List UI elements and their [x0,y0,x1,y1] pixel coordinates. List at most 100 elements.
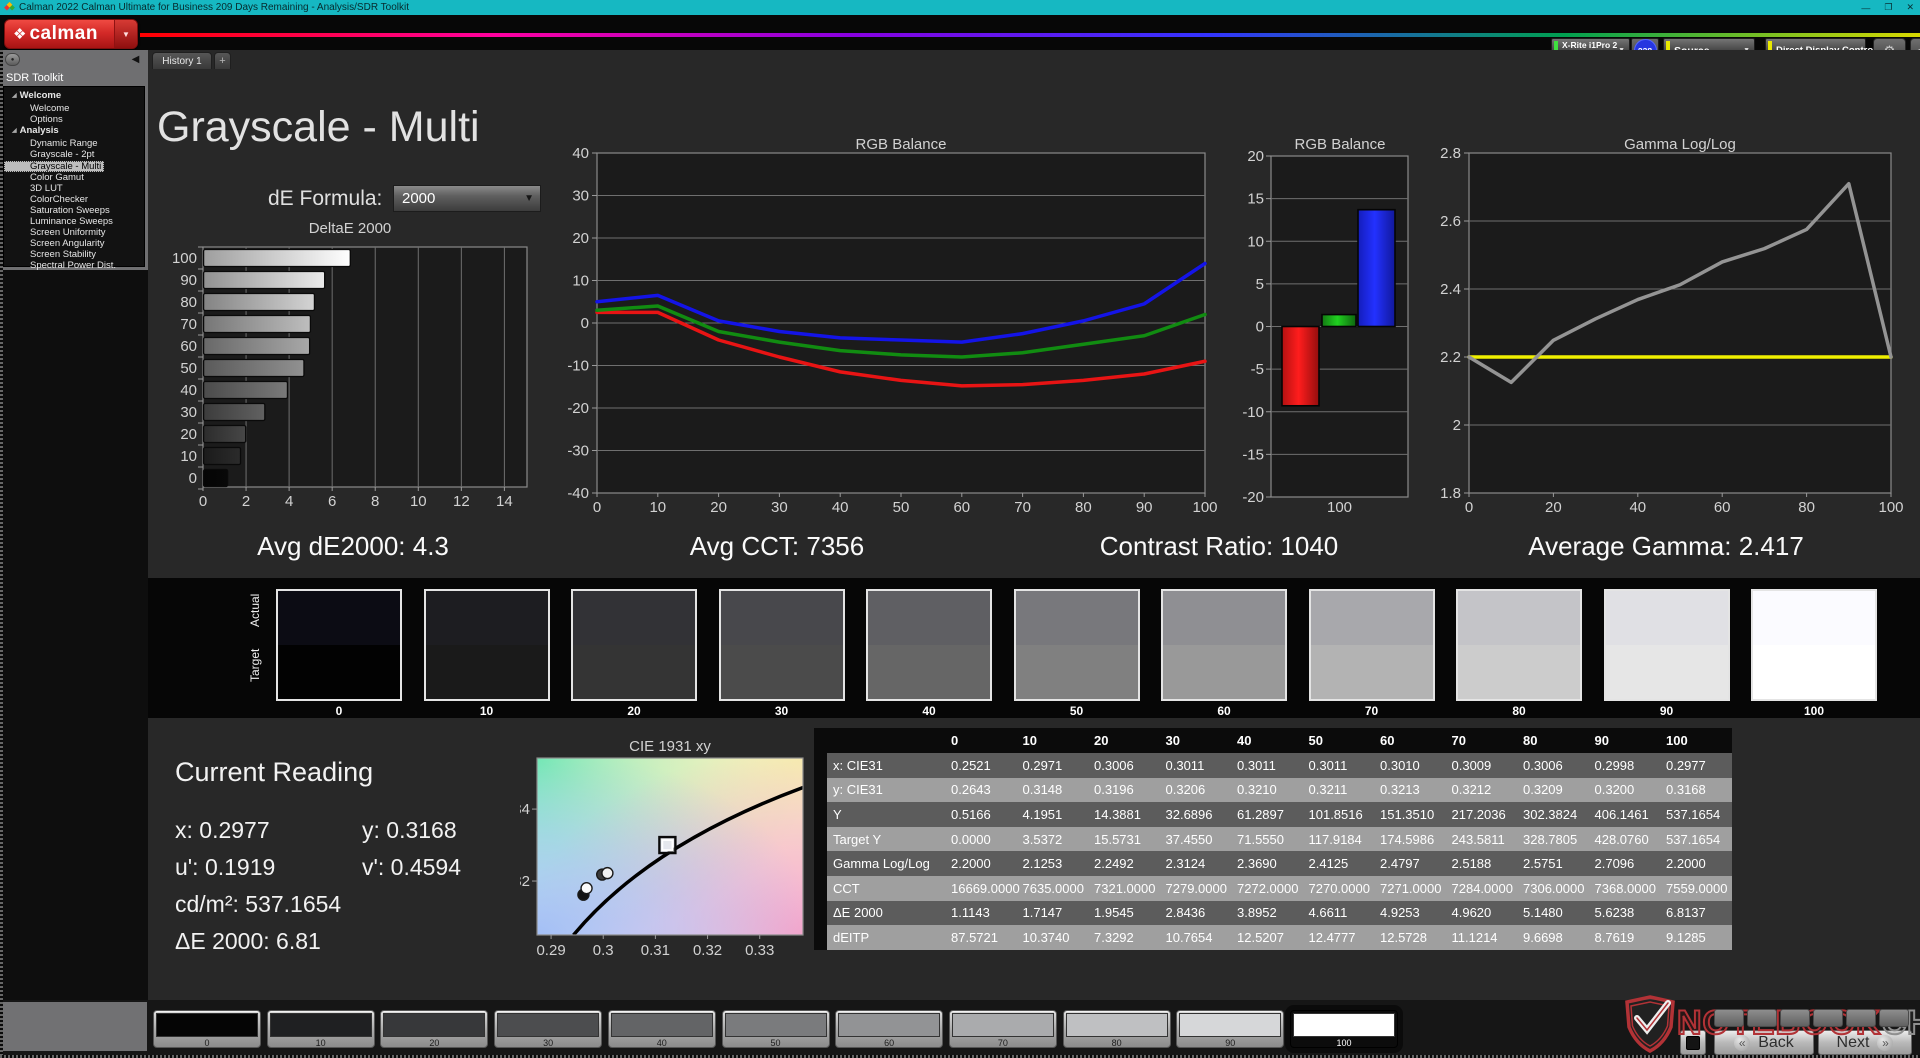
tab-history-label: History 1 [162,55,202,67]
dot-icon: ● [10,56,15,63]
table-cell: 2.3124 [1165,856,1206,872]
table-cell: 2.4797 [1380,856,1420,872]
tree-expand-icon[interactable]: ◢ [12,126,17,137]
svg-text:DeltaE 2000: DeltaE 2000 [309,220,392,237]
pattern-step-button-100[interactable]: 100 [1290,1010,1398,1048]
row-label: ΔE 2000 [833,905,883,921]
table-cell: 7368.0000 [1594,880,1656,896]
pattern-step-button-50[interactable]: 50 [721,1010,830,1048]
svg-text:20: 20 [180,426,197,443]
tree-item-dynamic-range[interactable]: Dynamic Range [4,138,144,149]
pattern-step-button-0[interactable]: 0 [153,1010,261,1048]
reading-row: ΔE 2000: 6.81 [175,928,321,955]
table-cell: 0.2643 [951,782,991,798]
mini-toolbar-button[interactable] [1879,1009,1909,1027]
pattern-step-button-40[interactable]: 40 [607,1010,716,1048]
tree-item-3d-lut[interactable]: 3D LUT [4,183,144,194]
mini-toolbar-button[interactable] [1714,1009,1744,1027]
mini-toolbar-button[interactable] [1813,1009,1843,1027]
de-formula-dropdown[interactable]: 2000 ▼ [393,185,541,212]
tree-item-spectral-power-dist-[interactable]: Spectral Power Dist. [4,260,144,271]
table-cell: 60 [1380,733,1395,748]
maximize-icon[interactable]: ❐ [1884,2,1892,13]
mini-toolbar-button[interactable] [1780,1009,1810,1027]
mini-toolbar-button[interactable] [1747,1009,1777,1027]
swatch-target [1753,645,1875,699]
calman-logo-button[interactable]: ❖ calman ▼ [4,19,138,49]
tree-item-colorchecker[interactable]: ColorChecker [4,194,144,205]
swatch-actual [868,591,990,645]
tree-item-screen-angularity[interactable]: Screen Angularity [4,238,144,249]
back-label: Back [1758,1033,1794,1051]
tree-item-welcome[interactable]: Welcome [4,103,144,114]
table-cell: 2.2492 [1094,856,1134,872]
tree-item-grayscale-2pt[interactable]: Grayscale - 2pt [4,149,144,160]
tree-item-saturation-sweeps[interactable]: Saturation Sweeps [4,205,144,216]
table-cell: 101.8516 [1308,806,1363,822]
meter-line1: X-Rite i1Pro 2 [1562,39,1618,50]
svg-text:0: 0 [1465,499,1473,516]
add-tab-button[interactable]: + [214,52,231,69]
table-cell: 1.1143 [951,905,990,921]
logo-dropdown-arrow-icon[interactable]: ▼ [114,20,137,48]
table-cell: 0.3209 [1523,782,1563,798]
tree-item-welcome[interactable]: ◢ Welcome [4,90,144,103]
svg-text:0.32: 0.32 [693,942,722,959]
next-button[interactable]: Next » [1818,1030,1912,1055]
pattern-step-button-60[interactable]: 60 [835,1010,944,1048]
svg-text:40: 40 [832,499,849,516]
row-gutter [814,875,827,901]
app-icon [4,2,15,11]
svg-text:60: 60 [953,499,970,516]
svg-text:80: 80 [1798,499,1815,516]
pattern-step-label: 10 [315,1038,326,1048]
table-cell: 7559.0000 [1666,880,1728,896]
stop-button[interactable] [1680,1030,1706,1055]
table-cell: 406.1461 [1594,806,1649,822]
window-title: Calman 2022 Calman Ultimate for Business… [19,2,409,13]
swatch-actual [425,591,548,645]
pattern-step-button-30[interactable]: 30 [494,1010,603,1048]
tab-history-1[interactable]: History 1 [152,52,212,69]
table-cell: 4.9620 [1451,905,1492,921]
table-cell: 9.1285 [1666,929,1706,945]
minimize-icon[interactable]: — [1861,3,1870,13]
tree-item-options[interactable]: Options [4,114,144,125]
pattern-step-button-80[interactable]: 80 [1062,1010,1171,1048]
svg-text:-15: -15 [1242,446,1264,463]
back-button[interactable]: « Back [1714,1030,1814,1055]
tree-item-analysis[interactable]: ◢ Analysis [4,125,144,138]
current-reading-panel: Current Reading x: 0.2977 y: 0.3168 u': 0.… [175,757,461,954]
table-cell: 0.3011 [1308,757,1348,773]
table-cell: 5.6238 [1594,905,1635,921]
table-cell: 0.3006 [1094,757,1134,773]
mini-toolbar-button[interactable] [1846,1009,1876,1027]
svg-text:20: 20 [1247,148,1264,165]
swatch-label: 60 [1217,704,1231,718]
svg-text:0.31: 0.31 [641,942,670,959]
pattern-step-button-90[interactable]: 90 [1176,1010,1285,1048]
tree-item-color-gamut[interactable]: Color Gamut [4,172,144,183]
pattern-swatch [156,1013,258,1037]
svg-text:8: 8 [371,493,379,510]
pattern-step-button-20[interactable]: 20 [380,1010,489,1048]
pattern-step-button-10[interactable]: 10 [266,1010,375,1048]
tree-item-screen-stability[interactable]: Screen Stability [4,249,144,260]
tree-item-luminance-sweeps[interactable]: Luminance Sweeps [4,216,144,227]
next-arrow-icon: » [1877,1034,1894,1051]
sidebar-pin-button[interactable]: ● [5,53,20,66]
swatch-target [868,645,990,699]
close-icon[interactable]: ✕ [1906,2,1914,13]
svg-text:RGB Balance: RGB Balance [1295,136,1386,153]
table-cell: 0.3210 [1237,782,1277,798]
table-row: Gamma Log/Log 2.2000 2.1253 2.2492 2.3124 2.3… [814,851,1732,876]
tree-item-grayscale-multi[interactable]: Grayscale - Multi [4,160,105,172]
tree-item-screen-uniformity[interactable]: Screen Uniformity [4,227,144,238]
pattern-step-button-70[interactable]: 70 [948,1010,1057,1048]
deltae-bar-chart: DeltaE 2000 0 2 4 6 8 10 12 14 100 90 80 70 60 50 40 30 2… [150,216,550,520]
sidebar-collapse-button[interactable]: ◀ [128,52,143,67]
table-cell: 0 [951,733,959,748]
swatch-actual [1605,591,1728,645]
table-cell: 217.2036 [1451,806,1506,822]
tree-expand-icon[interactable]: ◢ [12,91,17,102]
